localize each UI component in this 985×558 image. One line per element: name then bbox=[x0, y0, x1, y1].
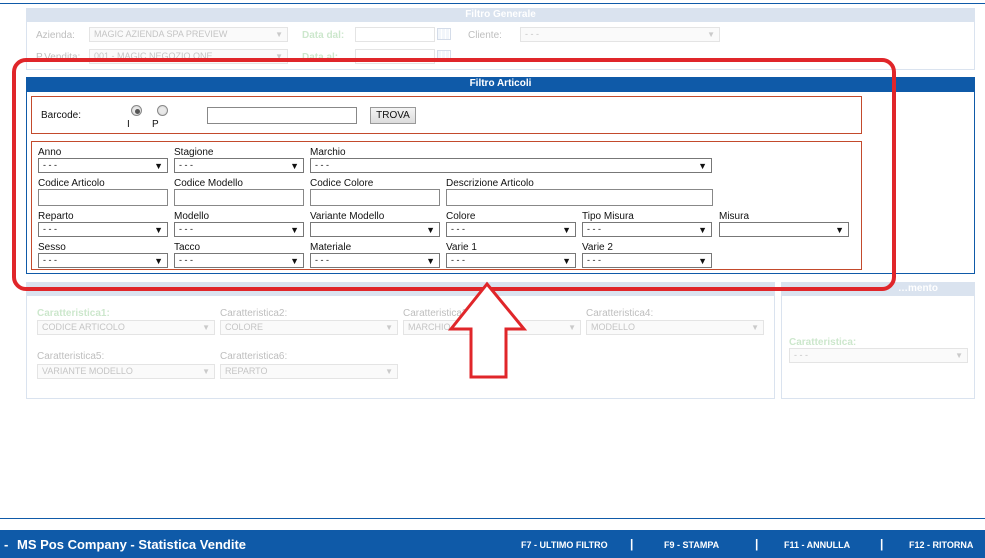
caratteristica2-select[interactable]: COLORE ▼ bbox=[220, 320, 398, 335]
chevron-down-icon: ▼ bbox=[202, 323, 210, 332]
chevron-down-icon: ▼ bbox=[385, 323, 393, 332]
caratteristica1-select[interactable]: CODICE ARTICOLO ▼ bbox=[37, 320, 215, 335]
top-border bbox=[0, 3, 985, 4]
f11-cancel-button[interactable]: F11 - ANNULLA bbox=[784, 540, 850, 550]
footer-top-line bbox=[0, 518, 985, 519]
right-caratteristica-select[interactable]: - - - ▼ bbox=[789, 348, 968, 363]
caratteristica3-label: Caratteristica3: bbox=[403, 308, 471, 319]
caratteristica3-select[interactable]: MARCHIO ▼ bbox=[403, 320, 581, 335]
caratteristica6-label: Caratteristica6: bbox=[220, 351, 288, 362]
calendar-icon[interactable] bbox=[437, 28, 451, 40]
right-caratteristica-label: Caratteristica: bbox=[789, 337, 857, 348]
characteristics-area: Caratteristica1: CODICE ARTICOLO ▼ Caratt… bbox=[0, 280, 985, 405]
caratteristica2-label: Caratteristica2: bbox=[220, 308, 288, 319]
chevron-down-icon: ▼ bbox=[202, 367, 210, 376]
caratteristica5-label: Caratteristica5: bbox=[37, 351, 105, 362]
app-title: MS Pos Company - Statistica Vendite bbox=[17, 537, 246, 552]
chevron-down-icon: ▼ bbox=[385, 367, 393, 376]
caratteristica4-select[interactable]: MODELLO ▼ bbox=[586, 320, 764, 335]
caratteristica1-label: Caratteristica1: bbox=[37, 308, 110, 319]
general-filter-title: Filtro Generale bbox=[26, 8, 975, 21]
chevron-down-icon: ▼ bbox=[707, 30, 715, 39]
f9-print-button[interactable]: F9 - STAMPA bbox=[664, 540, 719, 550]
data-dal-input[interactable] bbox=[355, 27, 435, 42]
footer-separator: | bbox=[755, 537, 759, 551]
f12-return-button[interactable]: F12 - RITORNA bbox=[909, 540, 973, 550]
f7-last-filter-button[interactable]: F7 - ULTIMO FILTRO bbox=[521, 540, 608, 550]
data-dal-label: Data dal: bbox=[302, 30, 345, 41]
chevron-down-icon: ▼ bbox=[568, 323, 576, 332]
chevron-down-icon: ▼ bbox=[955, 351, 963, 360]
azienda-label: Azienda: bbox=[36, 30, 75, 41]
characteristics-panel bbox=[26, 295, 775, 399]
azienda-select[interactable]: MAGIC AZIENDA SPA PREVIEW ▼ bbox=[89, 27, 288, 42]
footer-separator: | bbox=[630, 537, 634, 551]
caratteristica4-label: Caratteristica4: bbox=[586, 308, 654, 319]
highlight-frame bbox=[12, 58, 896, 291]
caratteristica6-select[interactable]: REPARTO ▼ bbox=[220, 364, 398, 379]
caratteristica5-select[interactable]: VARIANTE MODELLO ▼ bbox=[37, 364, 215, 379]
cliente-select[interactable]: - - - ▼ bbox=[520, 27, 720, 42]
cliente-label: Cliente: bbox=[468, 30, 502, 41]
chevron-down-icon: ▼ bbox=[275, 30, 283, 39]
footer-bar: - MS Pos Company - Statistica Vendite F7… bbox=[0, 530, 985, 558]
chevron-down-icon: ▼ bbox=[751, 323, 759, 332]
footer-separator: | bbox=[880, 537, 884, 551]
